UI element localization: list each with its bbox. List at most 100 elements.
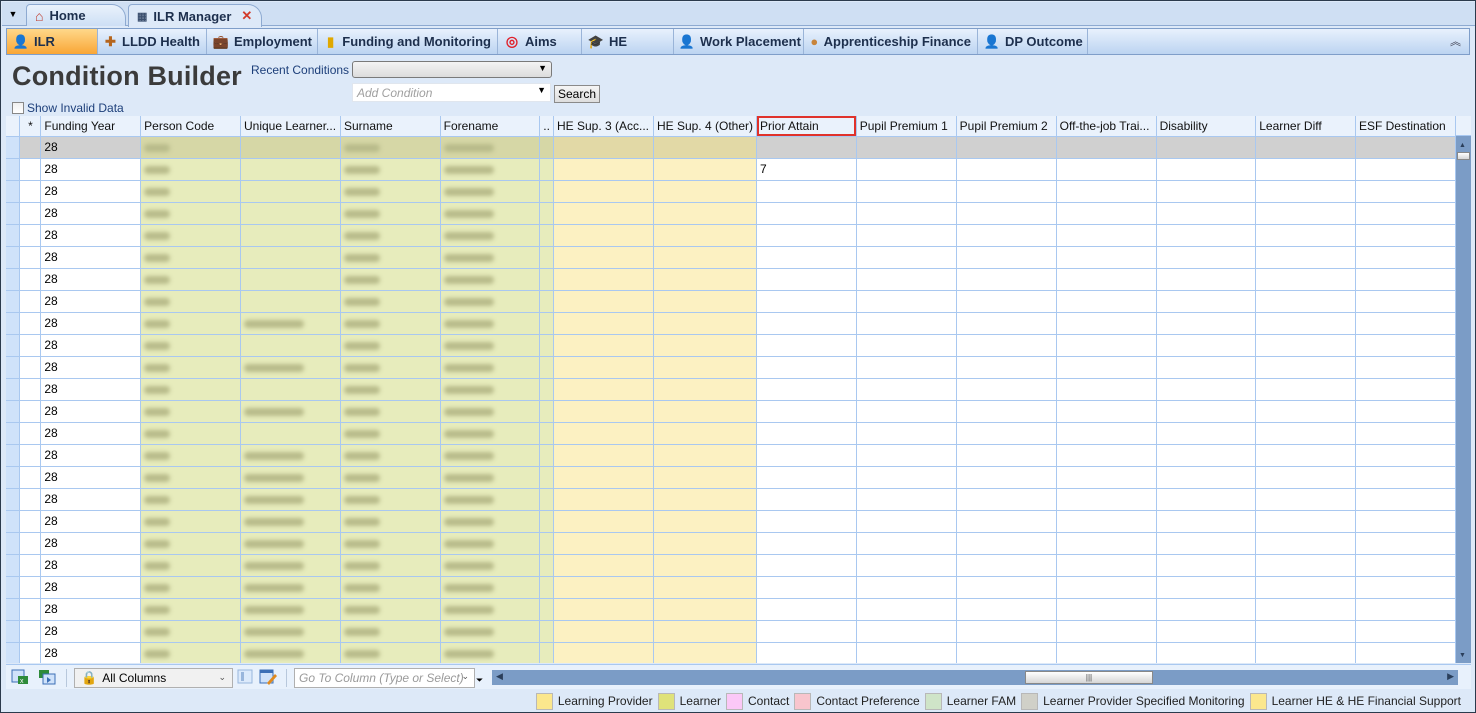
grid-cell[interactable] (756, 268, 857, 291)
redacted-cell[interactable] (340, 620, 441, 643)
table-row[interactable]: 28 (6, 510, 1456, 533)
grid-cell[interactable] (553, 378, 654, 401)
grid-cell[interactable] (856, 290, 957, 313)
redacted-cell[interactable] (440, 202, 541, 225)
grid-cell[interactable] (1355, 532, 1456, 555)
redacted-cell[interactable] (340, 180, 441, 203)
table-row[interactable]: 28 (6, 290, 1456, 313)
grid-cell[interactable]: 28 (40, 444, 142, 467)
grid-cell[interactable] (956, 554, 1057, 577)
grid-cell[interactable] (653, 136, 758, 159)
grid-cell[interactable] (1056, 180, 1157, 203)
redacted-cell[interactable] (140, 290, 241, 313)
grid-cell[interactable] (956, 334, 1057, 357)
grid-cell[interactable] (856, 158, 957, 181)
redacted-cell[interactable] (340, 532, 441, 555)
grid-cell[interactable] (756, 246, 857, 269)
redacted-cell[interactable] (440, 466, 541, 489)
grid-cell[interactable] (756, 378, 857, 401)
grid-cell[interactable]: 28 (40, 356, 142, 379)
grid-cell[interactable] (1156, 158, 1257, 181)
row-selector[interactable] (6, 136, 21, 159)
grid-cell[interactable] (653, 620, 758, 643)
grid-cell[interactable] (1255, 136, 1356, 159)
grid-cell[interactable] (1255, 268, 1356, 291)
grid-cell[interactable] (1355, 554, 1456, 577)
redacted-cell[interactable] (340, 290, 441, 313)
ribbon-tab-apprenticeship-finance[interactable]: ● Apprenticeship Finance (804, 29, 978, 54)
row-selector[interactable] (6, 180, 21, 203)
table-row[interactable]: 28 (6, 224, 1456, 247)
grid-cell[interactable] (653, 180, 758, 203)
table-row[interactable]: 28 (6, 400, 1456, 423)
redacted-cell[interactable] (240, 642, 341, 663)
grid-cell[interactable] (956, 598, 1057, 621)
redacted-cell[interactable] (340, 576, 441, 599)
redacted-cell[interactable] (440, 554, 541, 577)
row-selector[interactable] (6, 312, 21, 335)
redacted-cell[interactable] (240, 620, 341, 643)
grid-cell[interactable] (1156, 554, 1257, 577)
hidden-columns-cell[interactable] (539, 488, 554, 511)
grid-cell[interactable] (956, 202, 1057, 225)
horizontal-scroll-thumb[interactable]: ||| (1025, 671, 1153, 684)
redacted-cell[interactable] (440, 246, 541, 269)
grid-cell[interactable] (756, 180, 857, 203)
redacted-cell[interactable] (240, 356, 341, 379)
column-header[interactable]: .. (539, 116, 554, 137)
redacted-cell[interactable] (340, 510, 441, 533)
redacted-cell[interactable] (240, 334, 341, 357)
ribbon-tab-dp-outcome[interactable]: 👤 DP Outcome (978, 29, 1088, 54)
horizontal-scrollbar[interactable]: ◀ ||| ▶ (492, 670, 1458, 685)
grid-cell[interactable] (1056, 598, 1157, 621)
grid-cell[interactable] (1156, 202, 1257, 225)
grid-cell[interactable] (856, 488, 957, 511)
scroll-right-icon[interactable]: ▶ (1447, 671, 1454, 682)
redacted-cell[interactable] (340, 136, 441, 159)
grid-cell[interactable] (553, 246, 654, 269)
table-row[interactable]: 28 (6, 312, 1456, 335)
redacted-cell[interactable] (440, 312, 541, 335)
grid-cell[interactable] (1355, 202, 1456, 225)
grid-cell[interactable] (856, 378, 957, 401)
grid-cell[interactable] (1056, 158, 1157, 181)
grid-cell[interactable] (1056, 334, 1157, 357)
grid-cell[interactable] (1056, 444, 1157, 467)
redacted-cell[interactable] (240, 444, 341, 467)
redacted-cell[interactable] (140, 378, 241, 401)
grid-cell[interactable] (1156, 510, 1257, 533)
grid-cell[interactable] (756, 554, 857, 577)
add-condition-input[interactable]: Add Condition ▼ (352, 83, 551, 102)
grid-cell[interactable] (956, 246, 1057, 269)
grid-cell[interactable] (1355, 510, 1456, 533)
grid-cell[interactable] (956, 532, 1057, 555)
grid-cell[interactable] (1156, 532, 1257, 555)
grid-cell[interactable]: 28 (40, 312, 142, 335)
grid-cell[interactable] (756, 356, 857, 379)
redacted-cell[interactable] (440, 510, 541, 533)
column-header[interactable]: Person Code (140, 116, 241, 137)
grid-cell[interactable] (856, 466, 957, 489)
grid-cell[interactable] (1255, 576, 1356, 599)
ribbon-tab-work-placement[interactable]: 👤 Work Placement (674, 29, 804, 54)
grid-cell[interactable] (1156, 466, 1257, 489)
grid-cell[interactable] (553, 224, 654, 247)
grid-cell[interactable] (653, 466, 758, 489)
redacted-cell[interactable] (240, 422, 341, 445)
grid-cell[interactable] (1156, 598, 1257, 621)
grid-cell[interactable] (1056, 290, 1157, 313)
grid-cell[interactable] (756, 598, 857, 621)
grid-cell[interactable] (1056, 620, 1157, 643)
row-indicator-cell[interactable] (19, 224, 42, 247)
column-header[interactable]: Surname (340, 116, 441, 137)
grid-cell[interactable] (1156, 444, 1257, 467)
hidden-columns-cell[interactable] (539, 576, 554, 599)
grid-cell[interactable] (956, 378, 1057, 401)
row-indicator-cell[interactable] (19, 246, 42, 269)
grid-cell[interactable] (856, 202, 957, 225)
row-indicator-cell[interactable] (19, 444, 42, 467)
grid-cell[interactable] (1255, 158, 1356, 181)
grid-cell[interactable] (756, 466, 857, 489)
tab-home[interactable]: ⌂ Home (26, 4, 126, 26)
grid-cell[interactable]: 28 (40, 180, 142, 203)
